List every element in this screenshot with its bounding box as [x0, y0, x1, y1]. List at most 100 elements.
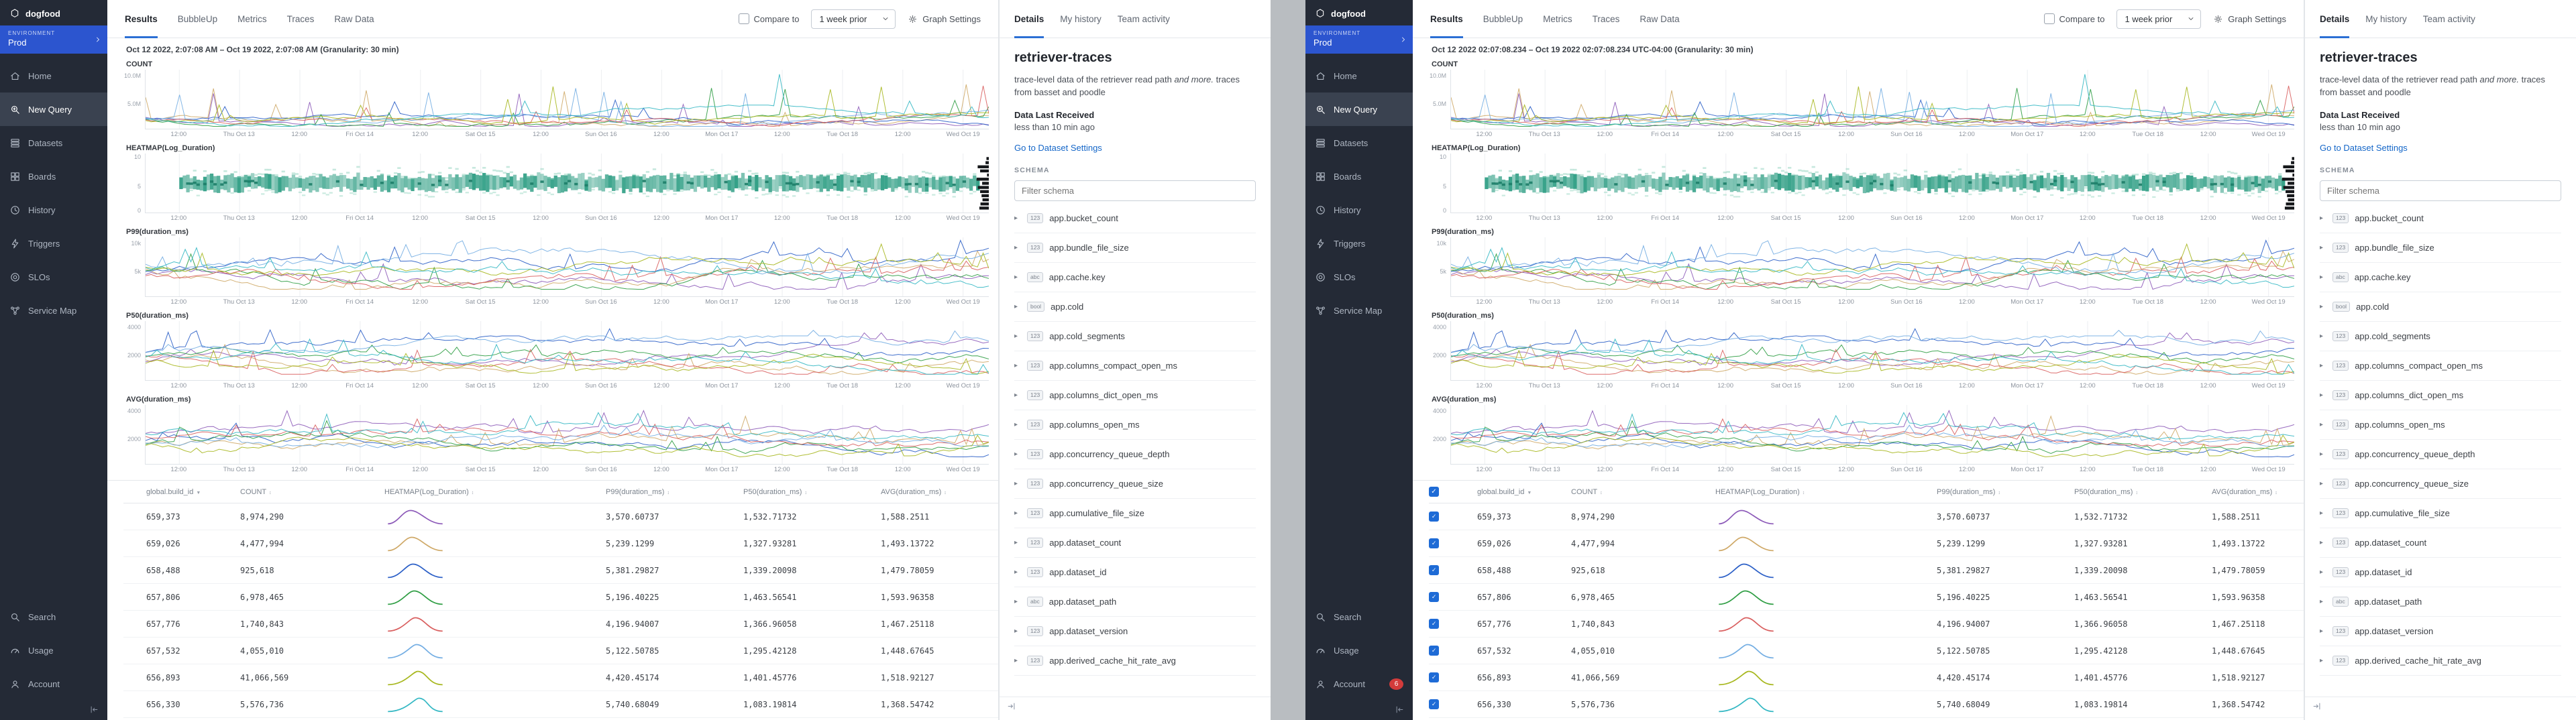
- expand-caret-icon[interactable]: ▸: [1014, 215, 1021, 222]
- column-header-4[interactable]: P50(duration_ms)↕: [743, 488, 881, 496]
- expand-caret-icon[interactable]: ▸: [2320, 539, 2326, 546]
- tab-bubbleup[interactable]: BubbleUp: [178, 0, 217, 38]
- row-checkbox[interactable]: ✓: [1429, 646, 1439, 656]
- expand-caret-icon[interactable]: ▸: [2320, 627, 2326, 635]
- expand-caret-icon[interactable]: ▸: [2320, 215, 2326, 222]
- expand-caret-icon[interactable]: ▸: [2320, 303, 2326, 310]
- tab-raw-data[interactable]: Raw Data: [334, 0, 374, 38]
- expand-caret-icon[interactable]: ▸: [2320, 568, 2326, 576]
- expand-caret-icon[interactable]: ▸: [1014, 598, 1021, 605]
- sort-icon[interactable]: ↕: [1803, 491, 1805, 495]
- expand-caret-icon[interactable]: ▸: [1014, 303, 1021, 310]
- schema-field-row[interactable]: ▸123app.dataset_count: [1014, 528, 1256, 558]
- sidebar-item-new-query[interactable]: New Query: [0, 93, 107, 126]
- expand-caret-icon[interactable]: ▸: [1014, 657, 1021, 664]
- table-row[interactable]: ✓657,7761,740,8434,196.940071,366.960581…: [1429, 611, 2304, 638]
- expand-caret-icon[interactable]: ▸: [1014, 480, 1021, 487]
- schema-filter-input[interactable]: [1014, 180, 1256, 201]
- schema-field-row[interactable]: ▸abcapp.dataset_path: [1014, 587, 1256, 617]
- schema-field-row[interactable]: ▸123app.concurrency_queue_size: [1014, 469, 1256, 499]
- schema-field-row[interactable]: ▸123app.concurrency_queue_depth: [1014, 440, 1256, 469]
- dataset-settings-link[interactable]: Go to Dataset Settings: [1014, 143, 1256, 153]
- compare-to-control[interactable]: Compare to: [739, 13, 800, 24]
- schema-field-row[interactable]: ▸123app.dataset_id: [1014, 558, 1256, 587]
- graph-settings-button[interactable]: Graph Settings: [2213, 14, 2286, 24]
- schema-field-row[interactable]: ▸123app.bundle_file_size: [1014, 233, 1256, 263]
- column-header-3[interactable]: P99(duration_ms)↕: [1937, 488, 2074, 496]
- chart-plot[interactable]: [145, 237, 989, 297]
- sidebar-item-triggers[interactable]: Triggers: [0, 227, 107, 260]
- chart-plot[interactable]: [145, 70, 989, 129]
- sidebar-item-account[interactable]: Account6: [1305, 667, 1413, 701]
- row-checkbox[interactable]: ✓: [1429, 592, 1439, 602]
- row-checkbox[interactable]: ✓: [1429, 512, 1439, 522]
- schema-field-row[interactable]: ▸123app.columns_dict_open_ms: [1014, 381, 1256, 410]
- column-header-1[interactable]: COUNT↕: [1571, 488, 1715, 496]
- sidebar-item-account[interactable]: Account: [0, 667, 107, 701]
- sidebar-collapse-button[interactable]: [0, 701, 107, 720]
- column-header-1[interactable]: COUNT↕: [240, 488, 384, 496]
- column-header-0[interactable]: global.build_id▼: [146, 488, 240, 496]
- row-checkbox[interactable]: ✓: [1429, 565, 1439, 575]
- table-row[interactable]: ✓658,488925,6185,381.298271,339.200981,4…: [1429, 557, 2304, 584]
- schema-field-row[interactable]: ▸123app.dataset_version: [1014, 617, 1256, 646]
- table-row[interactable]: ✓657,8066,978,4655,196.402251,463.565411…: [1429, 584, 2304, 611]
- tab-metrics[interactable]: Metrics: [1543, 0, 1572, 38]
- chart-plot[interactable]: [145, 321, 989, 381]
- schema-field-row[interactable]: ▸abcapp.dataset_path: [2320, 587, 2561, 617]
- table-row[interactable]: 659,0264,477,9945,239.12991,327.932811,4…: [123, 530, 998, 557]
- chart-plot[interactable]: [1450, 321, 2294, 381]
- sidebar-item-search[interactable]: Search: [0, 600, 107, 634]
- chart-plot[interactable]: [145, 154, 989, 213]
- column-header-5[interactable]: AVG(duration_ms)↕: [881, 488, 998, 496]
- sidebar-item-usage[interactable]: Usage: [1305, 634, 1413, 667]
- details-tab-team-activity[interactable]: Team activity: [2423, 0, 2475, 38]
- row-checkbox[interactable]: ✓: [1429, 619, 1439, 629]
- tab-traces[interactable]: Traces: [287, 0, 315, 38]
- expand-caret-icon[interactable]: ▸: [2320, 274, 2326, 281]
- schema-field-row[interactable]: ▸123app.cumulative_file_size: [2320, 499, 2561, 528]
- sort-icon[interactable]: ↕: [2135, 491, 2138, 495]
- expand-caret-icon[interactable]: ▸: [1014, 568, 1021, 576]
- table-row[interactable]: 659,3738,974,2903,570.607371,532.717321,…: [123, 503, 998, 530]
- table-row[interactable]: ✓656,89341,066,5694,420.451741,401.45776…: [1429, 664, 2304, 691]
- sidebar-item-service-map[interactable]: Service Map: [1305, 294, 1413, 327]
- details-tab-details[interactable]: Details: [2320, 0, 2349, 38]
- chart-plot[interactable]: [1450, 237, 2294, 297]
- schema-field-row[interactable]: ▸123app.concurrency_queue_depth: [2320, 440, 2561, 469]
- schema-field-row[interactable]: ▸123app.columns_compact_open_ms: [1014, 351, 1256, 381]
- expand-caret-icon[interactable]: ▸: [1014, 362, 1021, 369]
- expand-caret-icon[interactable]: ▸: [2320, 333, 2326, 340]
- details-tab-my-history[interactable]: My history: [2365, 0, 2407, 38]
- compare-to-checkbox[interactable]: [739, 13, 749, 24]
- sidebar-item-history[interactable]: History: [1305, 193, 1413, 227]
- expand-caret-icon[interactable]: ▸: [1014, 539, 1021, 546]
- sidebar-item-search[interactable]: Search: [1305, 600, 1413, 634]
- expand-caret-icon[interactable]: ▸: [2320, 509, 2326, 517]
- schema-field-row[interactable]: ▸123app.bucket_count: [2320, 204, 2561, 233]
- schema-field-row[interactable]: ▸boolapp.cold: [1014, 292, 1256, 322]
- schema-field-row[interactable]: ▸123app.columns_dict_open_ms: [2320, 381, 2561, 410]
- expand-caret-icon[interactable]: ▸: [2320, 392, 2326, 399]
- expand-caret-icon[interactable]: ▸: [2320, 244, 2326, 251]
- sidebar-item-slos[interactable]: SLOs: [1305, 260, 1413, 294]
- details-tab-my-history[interactable]: My history: [1060, 0, 1102, 38]
- sidebar-item-datasets[interactable]: Datasets: [1305, 126, 1413, 160]
- tab-metrics[interactable]: Metrics: [237, 0, 267, 38]
- tab-traces[interactable]: Traces: [1593, 0, 1620, 38]
- schema-field-row[interactable]: ▸boolapp.cold: [2320, 292, 2561, 322]
- schema-field-row[interactable]: ▸123app.columns_open_ms: [1014, 410, 1256, 440]
- expand-caret-icon[interactable]: ▸: [1014, 333, 1021, 340]
- chart-plot[interactable]: [1450, 70, 2294, 129]
- sidebar-collapse-button[interactable]: [1305, 701, 1413, 720]
- schema-field-row[interactable]: ▸123app.concurrency_queue_size: [2320, 469, 2561, 499]
- table-row[interactable]: ✓659,0264,477,9945,239.12991,327.932811,…: [1429, 530, 2304, 557]
- column-header-5[interactable]: AVG(duration_ms)↕: [2212, 488, 2304, 496]
- sidebar-item-slos[interactable]: SLOs: [0, 260, 107, 294]
- schema-field-row[interactable]: ▸123app.cumulative_file_size: [1014, 499, 1256, 528]
- schema-field-row[interactable]: ▸123app.dataset_id: [2320, 558, 2561, 587]
- column-header-0[interactable]: global.build_id▼: [1477, 488, 1571, 496]
- sidebar-item-new-query[interactable]: New Query: [1305, 93, 1413, 126]
- schema-field-row[interactable]: ▸123app.derived_cache_hit_rate_avg: [1014, 646, 1256, 676]
- sidebar-item-triggers[interactable]: Triggers: [1305, 227, 1413, 260]
